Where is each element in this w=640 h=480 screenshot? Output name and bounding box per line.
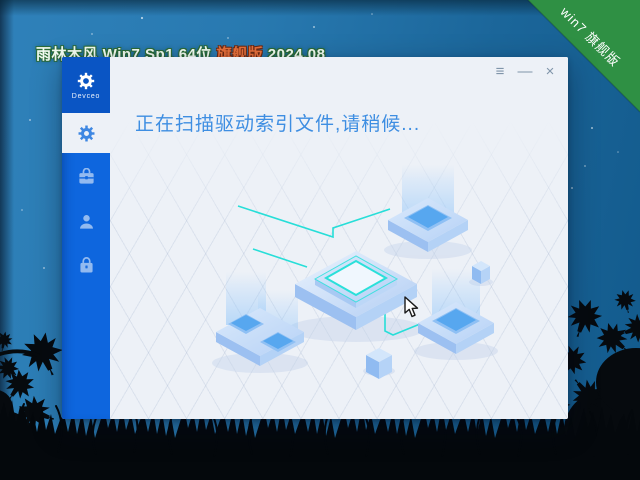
gear-icon — [77, 124, 96, 143]
minimize-icon[interactable]: — — [517, 64, 533, 79]
sidebar-item-settings[interactable] — [62, 113, 110, 153]
driver-tool-window: ≡ — × 正在扫描驱动索引文件,请稍候... — [62, 57, 568, 419]
cpu-scan-illustration — [202, 157, 522, 387]
close-icon[interactable]: × — [542, 64, 558, 79]
app-logo: Devceo — [62, 57, 110, 113]
sidebar-item-store[interactable] — [62, 245, 110, 285]
sidebar-item-user[interactable] — [62, 201, 110, 241]
sidebar-item-toolbox[interactable] — [62, 157, 110, 197]
sidebar: Devceo — [62, 57, 110, 419]
titlebar-controls: ≡ — × — [492, 64, 558, 79]
status-text: 正在扫描驱动索引文件,请稍候... — [135, 109, 420, 136]
user-icon — [77, 212, 96, 231]
screen: 雨林木风 Win7 Sp1 64位 旗舰版 2024.08 — [0, 0, 640, 480]
gear-logo-icon — [76, 71, 96, 91]
menu-icon[interactable]: ≡ — [492, 64, 508, 79]
logo-text: Devceo — [72, 93, 101, 100]
toolbox-icon — [77, 168, 96, 187]
bag-icon — [77, 256, 96, 275]
cpu-chip — [295, 251, 417, 330]
